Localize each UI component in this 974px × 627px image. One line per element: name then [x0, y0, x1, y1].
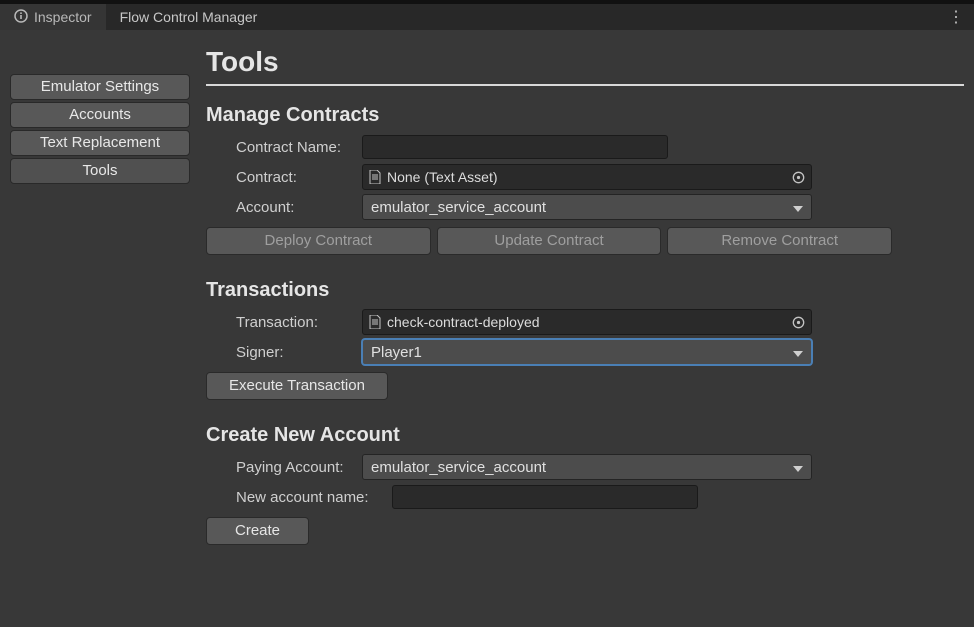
- row-signer: Signer: Player1: [206, 338, 964, 366]
- execute-transaction-button[interactable]: Execute Transaction: [206, 372, 388, 400]
- row-contract: Contract: None (Text Asset): [206, 163, 964, 191]
- kebab-icon: ⋮: [948, 7, 964, 27]
- row-contract-name: Contract Name:: [206, 133, 964, 161]
- section-transactions: Transactions Transaction: check-contract…: [206, 279, 964, 400]
- tab-inspector-label: Inspector: [34, 9, 92, 25]
- text-asset-icon: [369, 315, 381, 329]
- create-account-buttons: Create: [206, 517, 964, 545]
- sidebar-item-accounts[interactable]: Accounts: [10, 102, 190, 128]
- window-tabbar: Inspector Flow Control Manager ⋮: [0, 0, 974, 30]
- object-picker-icon[interactable]: [791, 315, 805, 329]
- info-icon: [14, 9, 28, 26]
- account-dropdown-value: emulator_service_account: [371, 199, 546, 216]
- contract-name-input[interactable]: [362, 135, 668, 159]
- sidebar-item-emulator-settings[interactable]: Emulator Settings: [10, 74, 190, 100]
- main-area: Emulator Settings Accounts Text Replacem…: [0, 30, 974, 627]
- create-button[interactable]: Create: [206, 517, 309, 545]
- text-asset-icon: [369, 170, 381, 184]
- label-contract-name: Contract Name:: [206, 139, 362, 156]
- label-paying-account: Paying Account:: [206, 459, 362, 476]
- contract-object-field[interactable]: None (Text Asset): [362, 164, 812, 190]
- object-picker-icon[interactable]: [791, 170, 805, 184]
- row-paying-account: Paying Account: emulator_service_account: [206, 453, 964, 481]
- update-contract-button[interactable]: Update Contract: [437, 227, 662, 255]
- row-account: Account: emulator_service_account: [206, 193, 964, 221]
- label-signer: Signer:: [206, 344, 362, 361]
- contract-buttons: Deploy Contract Update Contract Remove C…: [206, 227, 892, 255]
- row-new-account-name: New account name:: [206, 483, 964, 511]
- page-title: Tools: [206, 46, 964, 78]
- signer-dropdown-value: Player1: [371, 344, 422, 361]
- account-dropdown[interactable]: emulator_service_account: [362, 194, 812, 220]
- transaction-object-label: check-contract-deployed: [387, 314, 540, 330]
- new-account-name-input[interactable]: [392, 485, 698, 509]
- title-rule: [206, 84, 964, 86]
- contract-object-label: None (Text Asset): [387, 169, 498, 185]
- label-contract: Contract:: [206, 169, 362, 186]
- chevron-down-icon: [793, 199, 803, 216]
- label-new-account-name: New account name:: [206, 489, 392, 506]
- label-transaction: Transaction:: [206, 314, 362, 331]
- chevron-down-icon: [793, 459, 803, 476]
- create-account-heading: Create New Account: [206, 424, 964, 447]
- sidebar: Emulator Settings Accounts Text Replacem…: [10, 38, 190, 617]
- remove-contract-button[interactable]: Remove Contract: [667, 227, 892, 255]
- chevron-down-icon: [793, 344, 803, 361]
- transaction-buttons: Execute Transaction: [206, 372, 964, 400]
- paying-account-dropdown[interactable]: emulator_service_account: [362, 454, 812, 480]
- row-transaction: Transaction: check-contract-deployed: [206, 308, 964, 336]
- section-create-account: Create New Account Paying Account: emula…: [206, 424, 964, 545]
- sidebar-item-tools[interactable]: Tools: [10, 158, 190, 184]
- paying-account-value: emulator_service_account: [371, 459, 546, 476]
- deploy-contract-button[interactable]: Deploy Contract: [206, 227, 431, 255]
- tab-options-menu[interactable]: ⋮: [948, 4, 964, 30]
- sidebar-item-text-replacement[interactable]: Text Replacement: [10, 130, 190, 156]
- section-manage-contracts: Manage Contracts Contract Name: Contract…: [206, 104, 964, 255]
- tab-flow-label: Flow Control Manager: [120, 9, 258, 25]
- tab-inspector[interactable]: Inspector: [0, 4, 106, 30]
- signer-dropdown[interactable]: Player1: [362, 339, 812, 365]
- tab-flow-control-manager[interactable]: Flow Control Manager: [106, 4, 272, 30]
- transactions-heading: Transactions: [206, 279, 964, 302]
- label-account: Account:: [206, 199, 362, 216]
- content: Tools Manage Contracts Contract Name: Co…: [206, 38, 964, 617]
- sections: Manage Contracts Contract Name: Contract…: [206, 104, 964, 545]
- manage-contracts-heading: Manage Contracts: [206, 104, 964, 127]
- transaction-object-field[interactable]: check-contract-deployed: [362, 309, 812, 335]
